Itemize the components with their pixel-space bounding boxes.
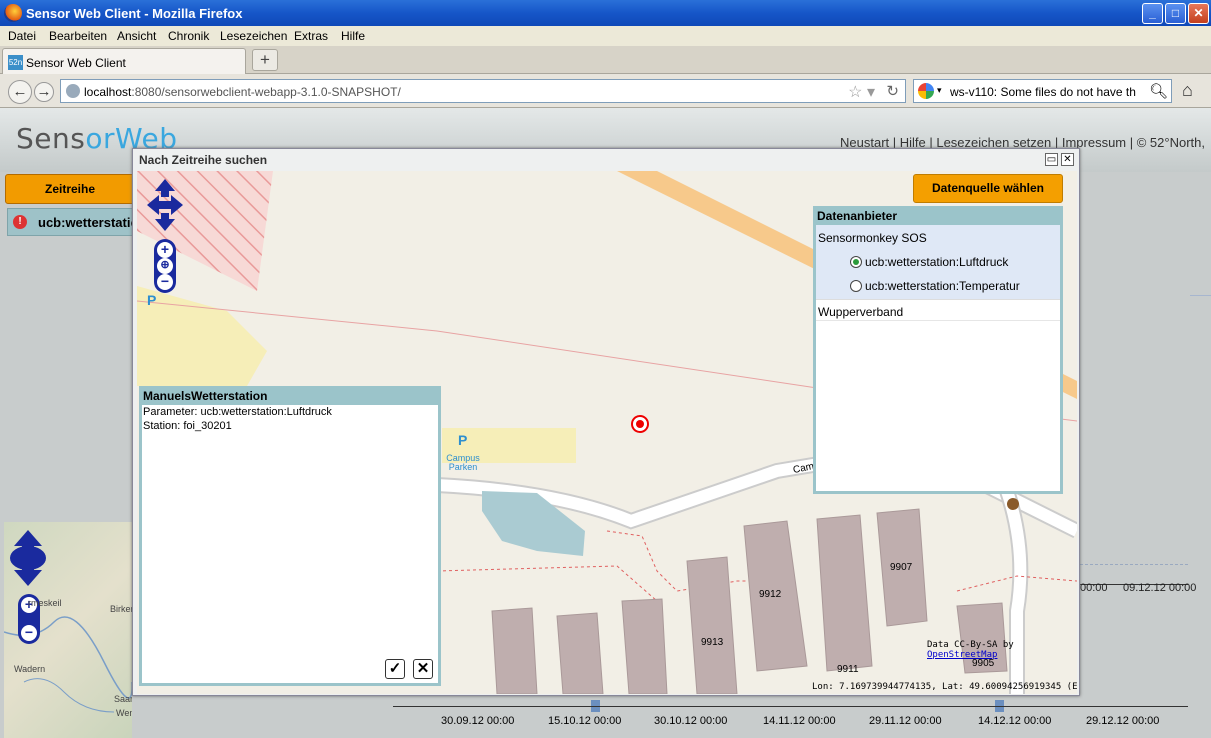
mouse-coordinates: Lon: 7.169739944774135, Lat: 49.60094256… [812, 682, 1077, 692]
search-input[interactable]: ws-v110: Some files do not have the exp [950, 85, 1136, 99]
cancel-button[interactable]: ✕ [413, 659, 433, 679]
timeseries-item[interactable]: ! ucb:wetterstation [7, 208, 146, 236]
forward-button[interactable]: → [34, 82, 54, 102]
new-tab-button[interactable]: + [252, 49, 278, 71]
confirm-button[interactable]: ✓ [385, 659, 405, 679]
firefox-logo-icon [4, 4, 22, 22]
map-label: Wender [116, 708, 132, 718]
dialog-close-button[interactable]: ✕ [1061, 153, 1074, 166]
station-header: ManuelsWetterstation [142, 389, 438, 405]
map-label: Wadern [14, 664, 46, 674]
station-map[interactable]: 9912 9907 9913 9911 9905 Cam P P Campus … [137, 171, 1077, 694]
chart-series-line [1080, 564, 1188, 565]
menu-chronik[interactable]: Chronik [168, 29, 209, 43]
station-parameter: Parameter: ucb:wetterstation:Luftdruck [143, 406, 332, 418]
chart-gridline [1190, 295, 1211, 296]
chevron-down-icon[interactable]: ▾ [937, 85, 942, 96]
menu-hilfe[interactable]: Hilfe [341, 29, 365, 43]
radio-selected-icon[interactable] [850, 256, 862, 268]
tab-sensor-web-client[interactable]: 52n Sensor Web Client [2, 48, 246, 74]
menu-ansicht[interactable]: Ansicht [117, 29, 156, 43]
provider-group-sensormonkey[interactable]: Sensormonkey SOS ucb:wetterstation:Luftd… [816, 225, 1060, 299]
tab-zeitreihe[interactable]: Zeitreihe [5, 174, 135, 204]
timeline-label: 30.09.12 00:00 [441, 715, 515, 727]
overview-map[interactable]: + − rmeskeil Birken Wadern Saar Wender [4, 522, 132, 738]
building-label: 9912 [759, 589, 782, 600]
pan-control-icon[interactable] [147, 179, 183, 231]
maximize-button[interactable]: □ [1165, 3, 1186, 24]
zoom-in-button[interactable]: + [157, 242, 173, 258]
minimize-button[interactable]: _ [1142, 3, 1163, 24]
menu-bar: Datei Bearbeiten Ansicht Chronik Lesezei… [0, 26, 1211, 46]
timeseries-label: ucb:wetterstation [38, 215, 147, 230]
timeline-label: 29.12.12 00:00 [1086, 715, 1160, 727]
zoom-control[interactable]: + ⊕ − [154, 239, 176, 293]
parking-icon: P [147, 292, 157, 308]
dialog-maximize-button[interactable]: ▭ [1045, 153, 1058, 166]
back-button[interactable]: ← [8, 80, 32, 104]
menu-lesezeichen[interactable]: Lesezeichen [220, 29, 287, 43]
timeline-label: 29.11.12 00:00 [869, 715, 942, 727]
url-bar[interactable]: localhost:8080/sensorwebclient-webapp-3.… [60, 79, 906, 103]
timeline-label: 14.12.12 00:00 [978, 715, 1052, 727]
navigation-bar: ← → localhost:8080/sensorwebclient-webap… [0, 74, 1211, 108]
window-title: Sensor Web Client - Mozilla Firefox [26, 6, 243, 21]
menu-bearbeiten[interactable]: Bearbeiten [49, 29, 107, 43]
timeline-label: 30.10.12 00:00 [654, 715, 728, 727]
building-label: 9911 [837, 664, 859, 675]
osm-link[interactable]: OpenStreetMap [927, 650, 997, 660]
building-label: 9913 [701, 637, 724, 648]
tab-bar: 52n Sensor Web Client + [0, 46, 1211, 74]
provider-panel: Datenanbieter Sensormonkey SOS ucb:wette… [813, 206, 1063, 494]
map-attribution: Data CC-By-SA by OpenStreetMap [927, 640, 1014, 660]
map-label: Saar [114, 694, 132, 704]
chart-tick-label: 09.12.12 00:00 [1123, 582, 1197, 594]
tab-label: Sensor Web Client [26, 56, 126, 70]
station-panel: ManuelsWetterstation Parameter: ucb:wett… [139, 386, 441, 686]
building-label: 9907 [890, 562, 913, 573]
search-icon[interactable]: 🔍︎ [1149, 82, 1168, 100]
station-id: Station: foi_30201 [143, 420, 232, 432]
option-temperatur[interactable]: ucb:wetterstation:Temperatur [850, 279, 1020, 293]
map-label: Birken [110, 604, 132, 614]
provider-group-wupperverband[interactable]: Wupperverband [816, 299, 1060, 321]
menu-datei[interactable]: Datei [8, 29, 36, 43]
zoom-world-icon[interactable]: ⊕ [157, 258, 173, 274]
search-timeseries-dialog: Nach Zeitreihe suchen ▭ ✕ 9912 9907 9913… [132, 148, 1080, 696]
radio-icon[interactable] [850, 280, 862, 292]
parking-label: Campus Parken [446, 453, 480, 472]
map-label: rmeskeil [28, 598, 62, 608]
error-icon: ! [13, 215, 27, 229]
zoom-out-button[interactable]: − [157, 274, 173, 290]
provider-group-label[interactable]: Sensormonkey SOS [818, 231, 927, 245]
option-luftdruck[interactable]: ucb:wetterstation:Luftdruck [850, 255, 1008, 269]
window-titlebar: Sensor Web Client - Mozilla Firefox _ □ … [0, 0, 1211, 26]
overview-pan-icon[interactable] [10, 530, 50, 590]
timeline-label: 15.10.12 00:00 [548, 715, 622, 727]
reload-icon[interactable]: ↻ [886, 82, 899, 100]
url-text: localhost:8080/sensorwebclient-webapp-3.… [84, 85, 401, 99]
datasource-button[interactable]: Datenquelle wählen [913, 174, 1063, 203]
menu-extras[interactable]: Extras [294, 29, 328, 43]
search-bar[interactable]: ▾ ws-v110: Some files do not have the ex… [913, 79, 1172, 103]
timeline-label: 14.11.12 00:00 [763, 715, 836, 727]
google-icon[interactable] [918, 83, 934, 99]
close-window-button[interactable]: ✕ [1188, 3, 1209, 24]
bookmark-star-icon[interactable]: ☆ ▾ [848, 82, 875, 102]
favicon-icon: 52n [8, 55, 23, 70]
parking-icon: P [458, 432, 468, 448]
chart-tick-label: 00:00 [1080, 582, 1108, 594]
timeline-axis [393, 706, 1188, 707]
provider-header: Datenanbieter [816, 209, 1060, 225]
dialog-title: Nach Zeitreihe suchen [139, 153, 268, 167]
site-identity-icon[interactable] [66, 84, 80, 98]
home-icon[interactable]: ⌂ [1182, 80, 1193, 101]
